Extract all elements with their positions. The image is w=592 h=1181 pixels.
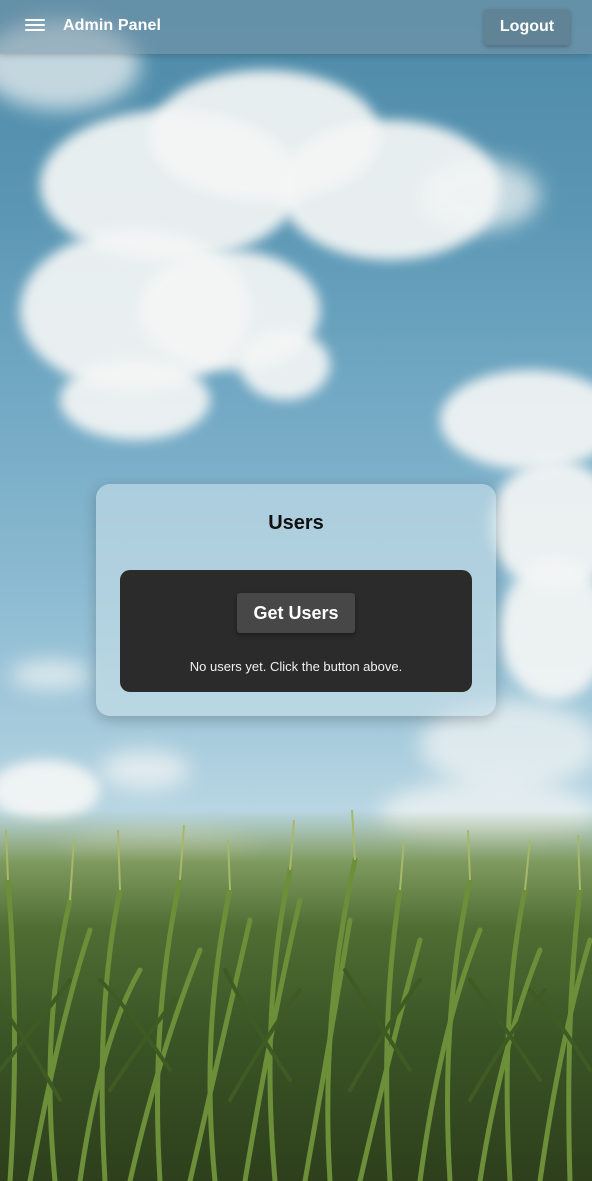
hamburger-menu-icon[interactable]: [22, 16, 48, 38]
users-panel: Get Users No users yet. Click the button…: [120, 570, 472, 692]
empty-users-message: No users yet. Click the button above.: [189, 659, 403, 674]
top-app-bar: Admin Panel Logout: [0, 0, 592, 54]
users-card-title: Users: [268, 512, 324, 534]
app-title: Admin Panel: [63, 17, 162, 34]
corn-field: [0, 809, 592, 1181]
users-card: Users Get Users No users yet. Click the …: [96, 484, 496, 716]
logout-button[interactable]: Logout: [484, 9, 570, 45]
get-users-button[interactable]: Get Users: [237, 593, 355, 633]
